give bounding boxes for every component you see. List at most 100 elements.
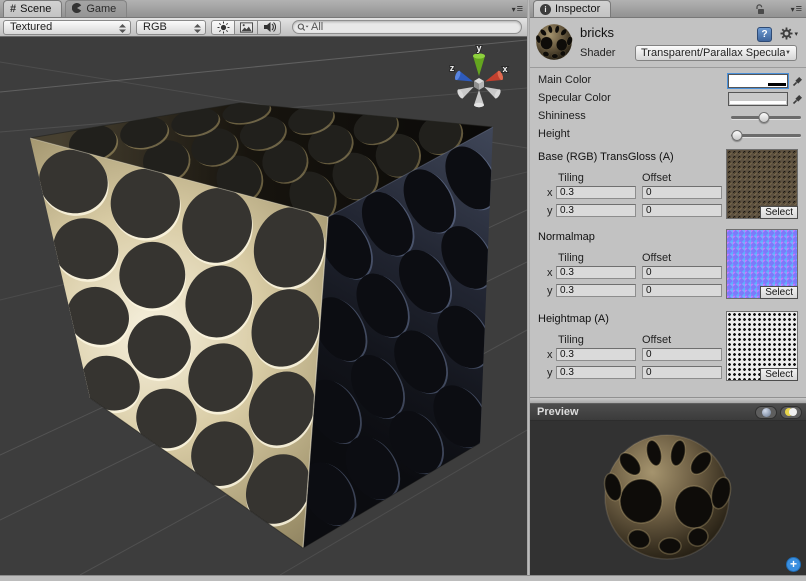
eyedropper-icon[interactable] — [792, 75, 804, 87]
tiling-header: Tiling — [558, 334, 584, 346]
tiling-x-input[interactable] — [556, 348, 636, 361]
select-texture-button[interactable]: Select — [760, 286, 798, 299]
shininess-label: Shininess — [538, 110, 586, 122]
main-color-label: Main Color — [538, 74, 591, 86]
help-button[interactable]: ? — [757, 27, 772, 42]
specular-color-swatch[interactable] — [728, 92, 788, 106]
offset-y-input[interactable] — [642, 204, 722, 217]
search-input[interactable] — [309, 21, 515, 33]
sun-icon — [217, 21, 230, 34]
tiling-y-input[interactable] — [556, 284, 636, 297]
scene-toolbar: Textured RGB — [0, 18, 527, 37]
shininess-slider[interactable] — [731, 108, 801, 126]
scene-viewport[interactable]: y x z — [0, 37, 527, 575]
image-icon — [240, 22, 253, 33]
select-texture-button[interactable]: Select — [760, 206, 798, 219]
tab-inspector-label: Inspector — [555, 3, 600, 15]
height-label: Height — [538, 128, 570, 140]
texture-thumbnail[interactable]: Select — [726, 149, 798, 219]
gizmo-y-label: y — [476, 43, 481, 53]
texture-thumbnail[interactable]: Select — [726, 311, 798, 381]
tab-game-label: Game — [86, 3, 116, 15]
gizmo-z-axis[interactable] — [454, 70, 475, 86]
gear-icon — [780, 27, 793, 40]
tiling-x-input[interactable] — [556, 266, 636, 279]
render-channel-dropdown[interactable]: RGB — [136, 20, 206, 35]
inspector-body: bricks Shader Transparent/Parallax Specu… — [530, 18, 806, 397]
main-color-swatch[interactable] — [728, 74, 788, 88]
slider-handle[interactable] — [731, 130, 742, 141]
window-resize-strip[interactable] — [0, 575, 806, 581]
material-name: bricks — [580, 25, 614, 40]
preview-shape-button[interactable] — [755, 406, 777, 419]
chevron-down-icon: ▾ — [512, 5, 516, 14]
tab-game[interactable]: Game — [65, 0, 127, 17]
texture-slot-title: Heightmap (A) — [538, 313, 609, 325]
preview-lighting-button[interactable] — [780, 406, 802, 419]
offset-header: Offset — [642, 252, 671, 264]
lighting-toggle-button[interactable] — [211, 20, 235, 35]
preview-splitter[interactable] — [530, 397, 806, 404]
material-preview-sphere[interactable] — [592, 422, 742, 572]
shader-label: Shader — [580, 47, 615, 59]
main-color-row: Main Color — [530, 72, 806, 90]
shader-dropdown[interactable]: Transparent/Parallax Specular ▼ — [635, 45, 797, 61]
gizmo-x-label: x — [502, 64, 507, 74]
texture-slot-title: Normalmap — [538, 231, 595, 243]
orientation-gizmo[interactable]: y x z — [450, 43, 508, 107]
scene-panel-menu[interactable]: ▾ ≡ — [512, 3, 523, 15]
draw-mode-dropdown[interactable]: Textured — [3, 20, 131, 35]
tiling-y-input[interactable] — [556, 204, 636, 217]
add-button[interactable]: + — [786, 557, 801, 572]
inspector-tabbar: i Inspector ▾ ≡ — [530, 0, 806, 18]
tiling-y-input[interactable] — [556, 366, 636, 379]
height-slider[interactable] — [731, 126, 801, 144]
speaker-icon — [263, 21, 276, 33]
tab-inspector[interactable]: i Inspector — [533, 0, 611, 17]
shader-value: Transparent/Parallax Specular — [641, 47, 785, 59]
offset-x-input[interactable] — [642, 266, 722, 279]
alpha-strip — [730, 83, 786, 86]
offset-y-input[interactable] — [642, 284, 722, 297]
scene-view-toggles — [211, 20, 281, 35]
y-axis-label: y — [547, 367, 553, 379]
question-icon: ? — [761, 29, 767, 40]
y-axis-label: y — [547, 285, 553, 297]
offset-x-input[interactable] — [642, 186, 722, 199]
texture-section-heightmap: Heightmap (A) Tiling Offset x y Select — [530, 311, 806, 382]
plus-icon: + — [790, 557, 797, 571]
skybox-toggle-button[interactable] — [234, 20, 258, 35]
offset-x-input[interactable] — [642, 348, 722, 361]
offset-y-input[interactable] — [642, 366, 722, 379]
inspector-panel: i Inspector ▾ ≡ — [530, 0, 806, 575]
shininess-row: Shininess — [530, 108, 806, 126]
light-off-icon — [789, 408, 797, 416]
scene-tabbar: # Scene Game ▾ ≡ — [0, 0, 527, 18]
preview-area[interactable]: + — [530, 421, 806, 575]
alpha-strip — [730, 101, 786, 104]
tab-scene-label: Scene — [20, 3, 51, 15]
tiling-x-input[interactable] — [556, 186, 636, 199]
texture-thumbnail[interactable]: Select — [726, 229, 798, 299]
specular-color-label: Specular Color — [538, 92, 611, 104]
material-header: bricks Shader Transparent/Parallax Specu… — [530, 18, 806, 68]
slider-handle[interactable] — [758, 112, 769, 123]
texture-slot-title: Base (RGB) TransGloss (A) — [538, 151, 674, 163]
updown-arrows-icon — [119, 24, 126, 36]
eyedropper-icon[interactable] — [792, 93, 804, 105]
unity-editor-window: # Scene Game ▾ ≡ Textured — [0, 0, 806, 581]
select-texture-button[interactable]: Select — [760, 368, 798, 381]
gizmo-y-axis[interactable] — [473, 53, 485, 76]
tiling-header: Tiling — [558, 172, 584, 184]
context-menu-button[interactable]: ▾ — [780, 27, 798, 40]
scene-search-field[interactable] — [292, 20, 522, 34]
audio-toggle-button[interactable] — [257, 20, 281, 35]
gizmo-center-cube — [474, 78, 484, 90]
lock-icon[interactable] — [755, 4, 766, 18]
inspector-panel-menu[interactable]: ▾ ≡ — [791, 3, 802, 15]
draw-mode-value: Textured — [10, 21, 52, 33]
gizmo-z-label: z — [450, 63, 455, 73]
tab-scene[interactable]: # Scene — [3, 0, 62, 17]
cube-mesh[interactable] — [30, 95, 508, 548]
gizmo-x-axis[interactable] — [483, 70, 504, 86]
